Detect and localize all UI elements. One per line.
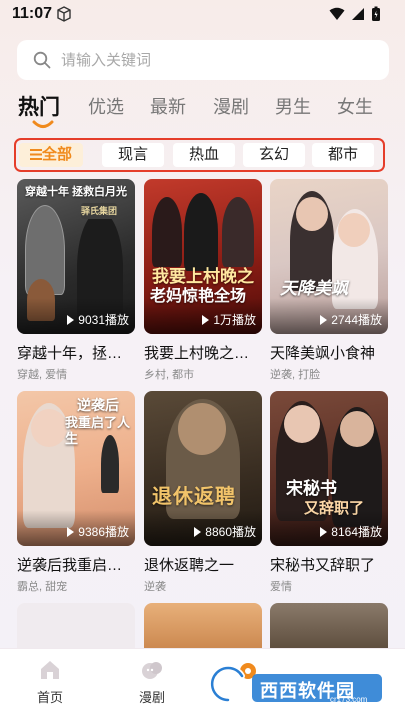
drama-tags: 乡村, 都市 (144, 369, 195, 381)
filter-chip-all[interactable]: 全部 (19, 143, 83, 167)
drama-title[interactable]: 退休返聘之一 (144, 554, 262, 575)
play-count-text: 9386播放 (78, 525, 129, 539)
tab-featured[interactable]: 优选 (88, 93, 124, 119)
play-count: 9386播放 (67, 523, 129, 540)
play-icon (320, 314, 328, 325)
drama-title[interactable]: 穿越十年，拯救白月光 (17, 342, 135, 363)
drama-poster[interactable]: 宋秘书 又辞职了 8164播放 (270, 391, 388, 546)
drama-title[interactable]: 天降美飒小食神 (270, 342, 388, 363)
drama-title[interactable]: 宋秘书又辞职了 (270, 554, 388, 575)
poster-figure (152, 197, 182, 267)
play-count: 8164播放 (320, 523, 382, 540)
search-icon (33, 51, 51, 69)
drama-poster-partial[interactable] (17, 603, 135, 653)
poster-figure (31, 409, 67, 447)
drama-card[interactable]: 穿越十年 拯救白月光 驿氏集团 9031播放 穿越十年，拯救白月光 穿越, 爱情 (17, 179, 135, 382)
poster-title: 宋秘书 (286, 479, 337, 498)
poster-figure (340, 411, 374, 447)
play-icon (320, 526, 328, 537)
play-count: 8860播放 (194, 523, 256, 540)
play-count-text: 9031播放 (78, 313, 129, 327)
poster-subtitle: 我重启了人生 (65, 415, 131, 446)
play-count: 2744播放 (320, 311, 382, 328)
watermark: 西西软件园 cr173.com (208, 662, 388, 708)
drama-tags: 穿越, 爱情 (17, 369, 68, 381)
drama-tags: 逆袭 (144, 581, 166, 593)
filter-chip-action[interactable]: 热血 (173, 143, 235, 167)
home-icon (41, 661, 59, 679)
status-time: 11:07 (12, 5, 53, 22)
play-icon (194, 526, 202, 537)
poster-title: 天降美飒 (280, 279, 348, 298)
play-count-text: 8860播放 (205, 525, 256, 539)
drama-card[interactable]: 逆袭后 我重启了人生 9386播放 逆袭后我重启人生 霸总, 甜宠 (17, 391, 135, 594)
drama-tags: 逆袭, 打脸 (270, 369, 321, 381)
comic-icon (142, 662, 162, 679)
poster-banner: 穿越十年 拯救白月光 (24, 186, 128, 198)
poster-logo: 驿氏集团 (81, 203, 117, 219)
tab-active-indicator (32, 120, 54, 128)
search-bar[interactable] (17, 40, 389, 80)
drama-poster[interactable]: 退休返聘 8860播放 (144, 391, 262, 546)
play-icon (67, 314, 75, 325)
poster-figure (296, 197, 328, 231)
filter-chip-urban[interactable]: 都市 (312, 143, 374, 167)
status-icons (329, 6, 381, 22)
drama-title[interactable]: 逆袭后我重启人生 (17, 554, 135, 575)
poster-figure (338, 213, 370, 247)
drama-poster-partial[interactable] (270, 603, 388, 653)
cube-icon (57, 6, 71, 22)
genre-filter-bar: 全部 现言 热血 玄幻 都市 (14, 138, 385, 172)
play-icon (67, 526, 75, 537)
tab-female[interactable]: 女生 (337, 93, 373, 119)
drama-card[interactable]: 天降美飒 2744播放 天降美飒小食神 逆袭, 打脸 (270, 179, 388, 382)
drama-title[interactable]: 我要上村晚之老妈惊艳全场 (144, 342, 262, 363)
drama-card[interactable]: 退休返聘 8860播放 退休返聘之一 逆袭 (144, 391, 262, 594)
drama-poster[interactable]: 天降美飒 2744播放 (270, 179, 388, 334)
nav-home-label: 首页 (36, 690, 63, 705)
drama-card[interactable]: 宋秘书 又辞职了 8164播放 宋秘书又辞职了 爱情 (270, 391, 388, 594)
filter-chip-label: 全部 (41, 146, 72, 163)
play-count-text: 8164播放 (331, 525, 382, 539)
tab-comic[interactable]: 漫剧 (213, 93, 249, 119)
wifi-icon (329, 7, 345, 20)
tab-hot[interactable]: 热门 (18, 91, 60, 121)
drama-poster[interactable]: 我要上村晚之 老妈惊艳全场 1万播放 (144, 179, 262, 334)
play-count-text: 2744播放 (331, 313, 382, 327)
nav-home[interactable]: 首页 (20, 659, 80, 706)
battery-icon (372, 6, 380, 21)
play-count: 1万播放 (202, 311, 256, 328)
poster-title: 逆袭后 (77, 397, 119, 413)
filter-chip-fantasy[interactable]: 玄幻 (243, 143, 305, 167)
status-bar: 11:07 (0, 0, 405, 30)
drama-poster[interactable]: 穿越十年 拯救白月光 驿氏集团 9031播放 (17, 179, 135, 334)
play-count: 9031播放 (67, 311, 129, 328)
tab-latest[interactable]: 最新 (150, 93, 186, 119)
drama-tags: 霸总, 甜宠 (17, 581, 68, 593)
drama-poster[interactable]: 逆袭后 我重启了人生 9386播放 (17, 391, 135, 546)
category-tabs: 热门 优选 最新 漫剧 男生 女生 (18, 92, 388, 128)
poster-title: 我要上村晚之 (152, 267, 254, 286)
tab-male[interactable]: 男生 (275, 93, 311, 119)
nav-comic-label: 漫剧 (138, 690, 165, 705)
watermark-url: cr173.com (330, 695, 368, 704)
nav-comic[interactable]: 漫剧 (122, 659, 182, 706)
poster-title: 退休返聘 (152, 486, 236, 508)
poster-figure (178, 403, 226, 455)
poster-figure (284, 405, 320, 443)
play-count-text: 1万播放 (213, 313, 256, 327)
play-icon (202, 314, 210, 325)
drama-poster-partial[interactable] (144, 603, 262, 653)
signal-icon (352, 8, 364, 20)
drama-tags: 爱情 (270, 581, 292, 593)
list-icon (29, 149, 42, 160)
poster-figure (184, 193, 218, 271)
filter-chip-romance[interactable]: 现言 (102, 143, 164, 167)
search-input[interactable] (61, 51, 341, 69)
poster-figure (222, 197, 254, 267)
drama-card[interactable]: 我要上村晚之 老妈惊艳全场 1万播放 我要上村晚之老妈惊艳全场 乡村, 都市 (144, 179, 262, 382)
